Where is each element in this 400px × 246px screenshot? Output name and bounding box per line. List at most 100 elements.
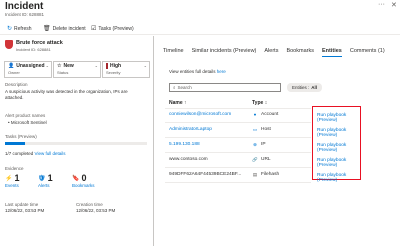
events-label: Events (5, 183, 19, 188)
bookmarks-label: Bookmarks (72, 183, 95, 188)
entity-type: ⊕ IP (252, 142, 266, 147)
bookmarks-evidence[interactable]: 🔖 0 Bookmarks (72, 173, 95, 188)
severity-bar-icon (106, 63, 108, 69)
search-input[interactable]: ⌕ Search (169, 83, 281, 92)
run-playbook-link[interactable]: Run playbook (Preview) (317, 143, 360, 153)
row-divider (165, 182, 311, 183)
entity-type-label: IP (261, 142, 266, 147)
status-label: Status (57, 70, 69, 75)
tab-entities[interactable]: Entities (321, 48, 342, 57)
run-playbook-link[interactable]: Run playbook (Preview) (317, 173, 360, 183)
incident-title: Brute force attack (16, 40, 63, 46)
events-icon: ⚡ (5, 175, 13, 182)
entity-type-label: Filehash (261, 172, 280, 177)
alerts-count: 1 (47, 173, 53, 183)
alerts-evidence[interactable]: 🛡 1 Alerts (38, 173, 53, 188)
owner-dropdown[interactable]: 👤 Unassigned Owner ⌄ (4, 61, 52, 78)
tasks-section-label: Tasks (Preview) (5, 134, 37, 139)
url-icon: 🔗 (252, 157, 258, 162)
status-value: New (63, 63, 74, 69)
events-count: 1 (14, 173, 20, 183)
chevron-down-icon: ⌄ (45, 63, 49, 68)
row-divider (165, 152, 311, 153)
alert-products-label: Alert product names (5, 113, 46, 118)
bookmark-icon: 🔖 (72, 175, 80, 182)
chevron-down-icon: ⌄ (94, 63, 98, 68)
run-playbook-link[interactable]: Run playbook (Preview) (317, 158, 360, 168)
playbook-highlight-box: Run playbook (Preview) Run playbook (Prev… (312, 106, 361, 183)
creation-time-value: 12/06/22, 03:53 PM (76, 208, 116, 213)
refresh-icon: ↻ (7, 26, 13, 32)
entity-type-label: Account (261, 112, 279, 117)
tab-timeline[interactable]: Timeline (163, 48, 184, 57)
incident-id-subtitle: Incident ID: 628881 (5, 12, 45, 17)
trash-icon: 🗑 (43, 26, 51, 32)
chevron-down-icon: ⌄ (143, 63, 147, 68)
shield-icon (5, 40, 13, 49)
search-icon: ⌕ (173, 85, 176, 90)
incident-details-pane: Brute force attack Incident ID: 628881 👤… (0, 36, 154, 246)
row-divider (165, 137, 311, 138)
tasks-icon: ☑ (91, 26, 97, 32)
status-icon: ☆ (57, 63, 62, 69)
row-divider (165, 122, 311, 123)
entity-name[interactable]: conniewilson@microsoft.com (169, 112, 231, 117)
last-update-value: 12/06/22, 03:53 PM (5, 208, 45, 213)
name-column-header[interactable]: Name ↑ (169, 100, 187, 106)
view-entities-link[interactable]: here (217, 69, 226, 74)
status-dropdown[interactable]: ☆ New Status ⌄ (53, 61, 101, 78)
alerts-icon: 🛡 (38, 175, 46, 182)
filehash-icon: ▤ (252, 172, 258, 177)
alerts-label: Alerts (38, 183, 50, 188)
tab-similar-incidents-preview[interactable]: Similar incidents (Preview) (192, 48, 257, 57)
ip-icon: ⊕ (253, 142, 257, 147)
close-icon[interactable]: ✕ (391, 1, 397, 9)
toolbar: ↻ Refresh 🗑 Delete incident ☑ Tasks (Pre… (0, 23, 400, 35)
entity-name: 949DFF62A64F44539BCE24BF... (169, 172, 242, 177)
ellipsis-icon[interactable]: ··· (378, 1, 385, 8)
delete-incident-button[interactable]: 🗑 Delete incident (43, 25, 86, 33)
owner-value: Unassigned (16, 63, 45, 69)
entity-name[interactable]: 5.199.130.188 (169, 142, 200, 147)
severity-value: High (110, 63, 122, 69)
entity-type-label: Host (261, 127, 271, 132)
panel-header: Incident Incident ID: 628881 ··· ✕ (0, 0, 400, 20)
tasks-button[interactable]: ☑ Tasks (Preview) (91, 25, 134, 33)
tab-bookmarks[interactable]: Bookmarks (286, 48, 314, 57)
alert-product-item: • Microsoft Sentinel (8, 120, 47, 125)
creation-time-label: Creation time (76, 202, 103, 207)
tasks-progress-bar (5, 142, 147, 145)
person-icon: 👤 (8, 63, 15, 69)
search-placeholder: Search (177, 85, 192, 90)
host-icon: ▭ (252, 127, 258, 132)
entity-type: ● Account (252, 112, 279, 117)
refresh-button[interactable]: ↻ Refresh (7, 25, 32, 33)
severity-dropdown[interactable]: High Severity ⌄ (102, 61, 150, 78)
sort-arrow-icon: ↑ (184, 100, 187, 106)
tab-bar: Timeline Similar incidents (Preview) Alert… (163, 48, 385, 57)
tab-alerts[interactable]: Alerts (264, 48, 278, 57)
bookmarks-count: 0 (81, 173, 87, 183)
row-divider (165, 167, 311, 168)
last-update-label: Last update time (5, 202, 39, 207)
description-label: Description (5, 82, 28, 87)
entities-filter[interactable]: Entities : All (287, 83, 323, 92)
view-full-details-link[interactable]: View full details (35, 151, 66, 156)
entity-type-label: URL (261, 157, 271, 162)
run-playbook-link[interactable]: Run playbook (Preview) (317, 113, 360, 123)
run-playbook-link[interactable]: Run playbook (Preview) (317, 128, 360, 138)
entity-type: 🔗 URL (252, 157, 271, 162)
entity-type: ▭ Host (252, 127, 271, 132)
refresh-label: Refresh (14, 25, 32, 32)
type-column-header[interactable]: Type ↕ (252, 100, 267, 106)
tab-comments-1[interactable]: Comments (1) (350, 48, 385, 57)
events-evidence[interactable]: ⚡ 1 Events (5, 173, 20, 188)
entity-name: www.contoso.com (169, 157, 208, 162)
evidence-label: Evidence (5, 166, 24, 171)
tasks-completed-row: 1/7 completed View full details (5, 151, 65, 157)
tasks-completed-text: 1/7 completed (5, 151, 34, 156)
description-text: A suspicious activity was detected in th… (5, 89, 128, 100)
header-divider (165, 108, 311, 109)
sort-arrow-icon: ↕ (264, 100, 268, 106)
entity-name[interactable]: AdministratorLaptop (169, 127, 212, 132)
